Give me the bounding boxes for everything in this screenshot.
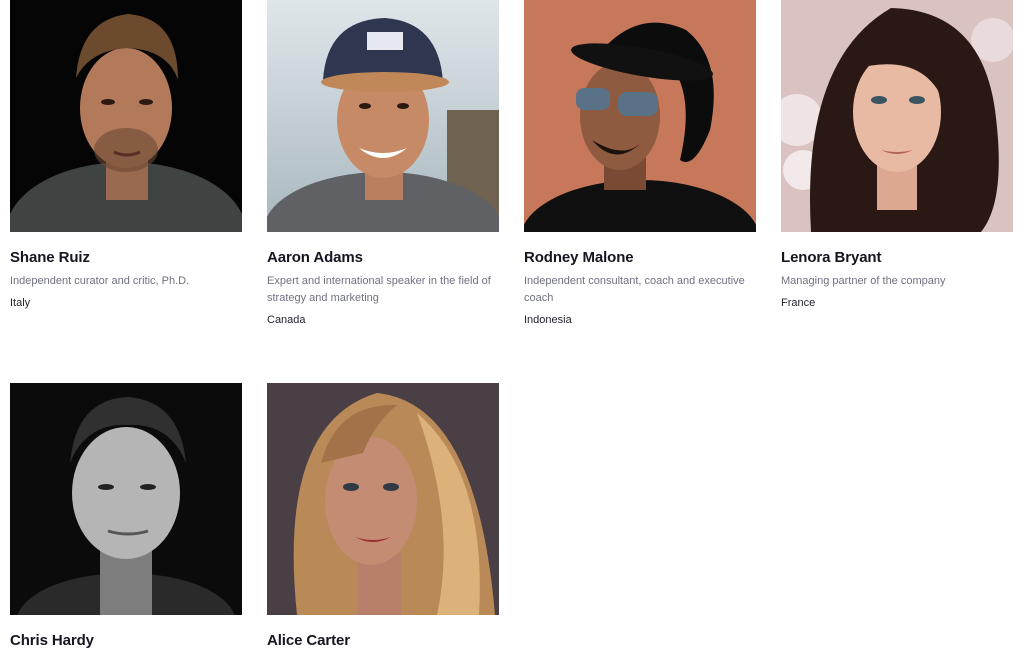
team-member-photo[interactable] [267, 0, 499, 232]
team-member-country: Indonesia [524, 314, 572, 326]
team-member-photo[interactable] [10, 0, 242, 232]
team-member-role: Independent curator and critic, Ph.D. [10, 275, 190, 287]
team-member-name[interactable]: Aaron Adams [267, 249, 499, 267]
team-member-photo[interactable] [781, 0, 1013, 232]
team-member-card: Lenora Bryant Managing partner of the co… [781, 0, 1013, 310]
team-member-country: Canada [267, 314, 306, 326]
team-member-country: France [781, 297, 816, 309]
team-member-name[interactable]: Alice Carter [267, 632, 499, 650]
team-member-card: Shane Ruiz Independent curator and criti… [10, 0, 242, 310]
team-member-card: Aaron Adams Expert and international spe… [267, 0, 499, 327]
team-member-card: Chris Hardy [10, 383, 242, 650]
team-member-card: Rodney Malone Independent consultant, co… [524, 0, 756, 327]
portrait-image [267, 383, 499, 615]
team-member-photo[interactable] [524, 0, 756, 232]
team-member-name[interactable]: Lenora Bryant [781, 249, 1013, 267]
team-member-name[interactable]: Rodney Malone [524, 249, 756, 267]
team-member-name[interactable]: Chris Hardy [10, 632, 242, 650]
team-member-country: Italy [10, 297, 31, 309]
team-member-role: Independent consultant, coach and execut… [524, 275, 745, 304]
team-member-role: Managing partner of the company [781, 275, 946, 287]
portrait-image [10, 0, 242, 232]
portrait-image [10, 383, 242, 615]
team-member-role: Expert and international speaker in the … [267, 275, 491, 304]
portrait-image [267, 0, 499, 232]
team-member-card: Alice Carter [267, 383, 499, 650]
team-member-photo[interactable] [10, 383, 242, 615]
team-member-photo[interactable] [267, 383, 499, 615]
portrait-image [524, 0, 756, 232]
portrait-image [781, 0, 1013, 232]
team-member-name[interactable]: Shane Ruiz [10, 249, 242, 267]
